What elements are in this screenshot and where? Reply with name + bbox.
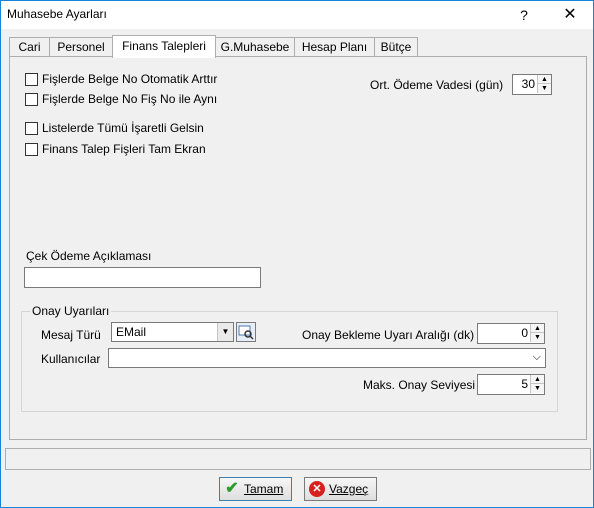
tab-hesap-plani[interactable]: Hesap Planı [294, 37, 375, 57]
tab-personel[interactable]: Personel [49, 37, 113, 57]
approval-group-title: Onay Uyarıları [30, 304, 112, 318]
max-level-spinner[interactable]: 5 ▲ ▼ [477, 374, 545, 395]
payment-term-value: 30 [521, 77, 535, 91]
all-selected-checkbox[interactable] [25, 122, 38, 135]
window-title: Muhasebe Ayarları [7, 7, 107, 21]
payment-term-spinner[interactable]: 30 ▲ ▼ [512, 74, 552, 95]
check-payment-label: Çek Ödeme Açıklaması [26, 249, 152, 263]
lookup-icon [238, 325, 254, 340]
lookup-button[interactable] [236, 322, 256, 342]
chevron-down-icon[interactable]: ⌵ [533, 351, 541, 364]
full-screen-checkbox[interactable] [25, 143, 38, 156]
ok-button[interactable]: ✔ Tamam [219, 477, 292, 501]
spin-down-icon[interactable]: ▼ [530, 333, 544, 342]
check-payment-input[interactable] [24, 267, 261, 288]
spin-up-icon[interactable]: ▲ [537, 75, 551, 84]
same-as-voucher-checkbox[interactable] [25, 93, 38, 106]
spin-up-icon[interactable]: ▲ [530, 375, 544, 384]
same-as-voucher-label: Fişlerde Belge No Fiş No ile Aynı [42, 92, 218, 106]
settings-dialog: Muhasebe Ayarları ? ✕ Cari Personel Fina… [0, 0, 594, 508]
max-level-label: Maks. Onay Seviyesi [363, 378, 476, 392]
auto-increment-label: Fişlerde Belge No Otomatik Arttır [42, 72, 218, 86]
users-select[interactable]: ⌵ [108, 348, 546, 368]
tab-g-muhasebe[interactable]: G.Muhasebe [215, 37, 295, 57]
spin-down-icon[interactable]: ▼ [537, 84, 551, 93]
chevron-down-icon[interactable]: ▼ [217, 323, 233, 341]
cancel-button[interactable]: ✕ Vazgeç [304, 477, 377, 501]
ok-button-label: Tamam [244, 482, 284, 496]
wait-interval-label: Onay Bekleme Uyarı Aralığı (dk) [302, 328, 475, 342]
message-type-value: EMail [116, 325, 147, 339]
status-bar [5, 448, 591, 470]
message-type-label: Mesaj Türü [41, 328, 101, 342]
cancel-x-icon: ✕ [309, 481, 325, 497]
help-button[interactable]: ? [501, 1, 547, 29]
title-bar: Muhasebe Ayarları ? ✕ [1, 1, 593, 29]
wait-interval-spinner[interactable]: 0 ▲ ▼ [477, 323, 545, 344]
auto-increment-checkbox[interactable] [25, 73, 38, 86]
wait-interval-value: 0 [521, 326, 528, 340]
payment-term-label: Ort. Ödeme Vadesi (gün) [370, 78, 504, 92]
max-level-value: 5 [521, 377, 528, 391]
message-type-select[interactable]: EMail ▼ [111, 322, 234, 342]
spin-down-icon[interactable]: ▼ [530, 384, 544, 393]
full-screen-label: Finans Talep Fişleri Tam Ekran [42, 142, 206, 156]
tab-cari[interactable]: Cari [9, 37, 50, 57]
all-selected-label: Listelerde Tümü İşaretli Gelsin [42, 121, 204, 135]
cancel-button-label: Vazgeç [329, 482, 369, 496]
tab-finans-talepleri[interactable]: Finans Talepleri [112, 35, 216, 58]
close-button[interactable]: ✕ [547, 1, 593, 29]
checkmark-icon: ✔ [225, 480, 239, 497]
spin-up-icon[interactable]: ▲ [530, 324, 544, 333]
users-label: Kullanıcılar [41, 352, 101, 366]
tab-butce[interactable]: Bütçe [374, 37, 418, 57]
